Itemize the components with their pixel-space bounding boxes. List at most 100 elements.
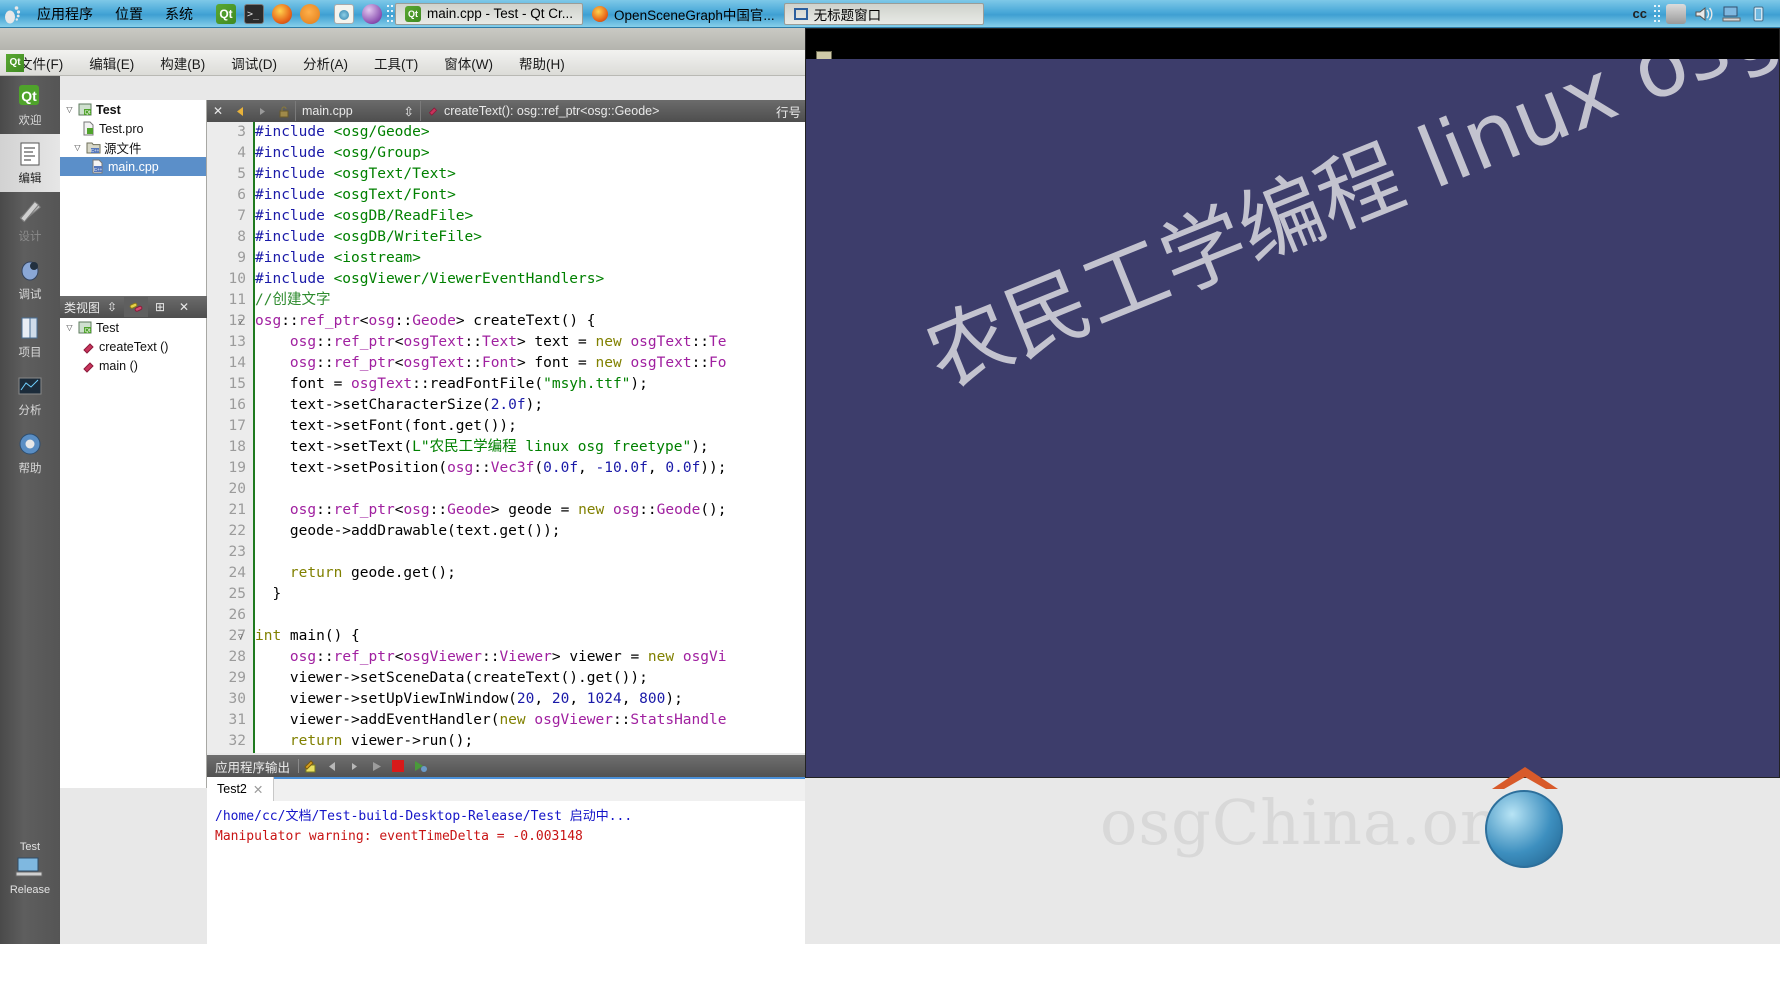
panel-menu-places[interactable]: 位置 [104,4,154,24]
class-item-main[interactable]: main () [60,356,206,375]
menu-build[interactable]: 构建(B) [147,50,218,76]
class-item-project[interactable]: ▽ Qt Test [60,318,206,337]
code-line[interactable]: osg::ref_ptr<osg::Geode> createText() { [255,311,805,332]
keyboard-layout-indicator[interactable]: cc [1627,6,1653,21]
close-icon[interactable]: ✕ [253,782,263,797]
gnome-foot-icon[interactable] [0,2,26,26]
output-line: /home/cc/文档/Test-build-Desktop-Release/T… [215,809,633,824]
display-icon[interactable] [1719,2,1745,26]
line-number: 19 [228,460,246,476]
battery-icon[interactable] [1747,2,1773,26]
code-line[interactable]: } [255,584,805,605]
forward-icon[interactable] [343,756,365,776]
close-icon[interactable]: ✕ [207,101,229,121]
code-line[interactable]: #include <osgText/Text> [255,164,805,185]
pencil-icon[interactable] [299,756,321,776]
mode-edit[interactable]: 编辑 [0,134,60,192]
volume-icon[interactable] [1691,2,1717,26]
run-configuration-panel[interactable]: Test Release [0,841,60,896]
tree-item-sources-folder[interactable]: ▽ C++ 源文件 [60,138,206,157]
network-icon[interactable] [1663,2,1689,26]
code-line[interactable]: viewer->setSceneData(createText().get())… [255,668,805,689]
sort-icon[interactable]: ⇳ [100,297,124,317]
code-line[interactable]: geode->addDrawable(text.get()); [255,521,805,542]
split-icon[interactable]: ⊞ [148,297,172,317]
close-icon[interactable]: ✕ [172,297,196,317]
code-line[interactable]: return geode.get(); [255,563,805,584]
mode-welcome[interactable]: Qt 欢迎 [0,76,60,134]
menu-analyze[interactable]: 分析(A) [290,50,361,76]
class-item-createtext[interactable]: createText () [60,337,206,356]
fold-marker-icon[interactable]: ▽ [238,311,243,332]
line-number: 31 [228,712,246,728]
code-line[interactable]: #include <osgDB/WriteFile> [255,227,805,248]
expander-icon[interactable]: ▽ [64,323,75,332]
code-line[interactable]: text->setText(L"农民工学编程 linux osg freetyp… [255,437,805,458]
code-line[interactable] [255,542,805,563]
output-tab-test2[interactable]: Test2 ✕ [207,777,275,801]
code-line[interactable]: viewer->setUpViewInWindow(20, 20, 1024, … [255,689,805,710]
launcher-media-icon[interactable] [359,2,385,26]
mode-projects[interactable]: 项目 [0,308,60,366]
launcher-qt-creator-icon[interactable]: Qt [213,2,239,26]
tree-item-pro-file[interactable]: Test.pro [60,119,206,138]
menu-help[interactable]: 帮助(H) [506,50,578,76]
taskbar-window-firefox[interactable]: OpenSceneGraph中国官... [583,3,784,25]
code-line[interactable]: text->setPosition(osg::Vec3f(0.0f, -10.0… [255,458,805,479]
code-line[interactable] [255,479,805,500]
fold-marker-icon[interactable]: ▽ [238,626,243,647]
editor-code-area[interactable]: #include <osg/Geode> #include <osg/Group>… [255,122,805,753]
code-line[interactable]: return viewer->run(); [255,731,805,752]
code-line[interactable]: #include <osgViewer/ViewerEventHandlers> [255,269,805,290]
back-icon[interactable] [321,756,343,776]
expander-icon[interactable]: ▽ [72,143,83,152]
tree-item-project[interactable]: ▽ Qt Test [60,100,206,119]
launcher-document-viewer-icon[interactable] [331,2,357,26]
play-icon[interactable] [365,756,387,776]
launcher-terminal-icon[interactable]: >_ [241,2,267,26]
code-line[interactable]: text->setFont(font.get()); [255,416,805,437]
code-line[interactable]: #include <osg/Geode> [255,122,805,143]
rerun-icon[interactable] [409,756,431,776]
panel-menu-applications[interactable]: 应用程序 [26,4,104,24]
code-line[interactable]: int main() { [255,626,805,647]
mode-debug[interactable]: 调试 [0,250,60,308]
code-line[interactable]: osg::ref_ptr<osg::Geode> geode = new osg… [255,500,805,521]
code-line[interactable]: osg::ref_ptr<osgText::Font> font = new o… [255,353,805,374]
lock-icon[interactable] [273,101,295,121]
code-line[interactable]: #include <osgText/Font> [255,185,805,206]
code-line[interactable]: osg::ref_ptr<osgViewer::Viewer> viewer =… [255,647,805,668]
taskbar-window-osg-viewer[interactable]: 无标题窗口 [783,2,984,25]
code-line[interactable]: text->setCharacterSize(2.0f); [255,395,805,416]
code-line[interactable]: font = osgText::readFontFile("msyh.ttf")… [255,374,805,395]
launcher-blender-icon[interactable] [297,2,323,26]
forward-icon[interactable] [251,101,273,121]
code-line[interactable]: viewer->addEventHandler(new osgViewer::S… [255,710,805,731]
editor-file-combo[interactable]: main.cpp ⇳ [295,101,420,121]
expander-icon[interactable]: ▽ [64,105,75,114]
code-line[interactable]: osg::ref_ptr<osgText::Text> text = new o… [255,332,805,353]
taskbar-window-qt-creator[interactable]: Qt main.cpp - Test - Qt Cr... [395,2,584,25]
osg-render-canvas[interactable]: 农民工学编程 linux osg freetype [806,59,1779,777]
menu-tools[interactable]: 工具(T) [361,50,431,76]
menu-edit[interactable]: 编辑(E) [76,50,147,76]
osg-viewer-window[interactable]: 农民工学编程 linux osg freetype [805,28,1780,778]
mode-help[interactable]: 帮助 [0,424,60,482]
code-line[interactable] [255,605,805,626]
menu-debug[interactable]: 调试(D) [218,50,290,76]
code-line[interactable]: //创建文字 [255,290,805,311]
bottom-strip [0,944,1780,984]
code-line[interactable]: #include <osg/Group> [255,143,805,164]
back-icon[interactable] [229,101,251,121]
tree-item-main-cpp[interactable]: C++ main.cpp [60,157,206,176]
pills-icon[interactable] [124,297,149,317]
code-line[interactable]: #include <iostream> [255,248,805,269]
stop-icon[interactable] [387,756,409,776]
mode-analyze[interactable]: 分析 [0,366,60,424]
code-editor[interactable]: 3 4 5 6 7 8 9 10 11 12 ▽ 13 14 15 16 17 18 19 20 21 22 23 24 25… [207,122,805,753]
menu-window[interactable]: 窗体(W) [431,50,506,76]
launcher-firefox-icon[interactable] [269,2,295,26]
code-line[interactable]: #include <osgDB/ReadFile> [255,206,805,227]
panel-menu-system[interactable]: 系统 [154,4,204,24]
editor-symbol-combo[interactable]: createText(): osg::ref_ptr<osg::Geode> [420,101,772,121]
